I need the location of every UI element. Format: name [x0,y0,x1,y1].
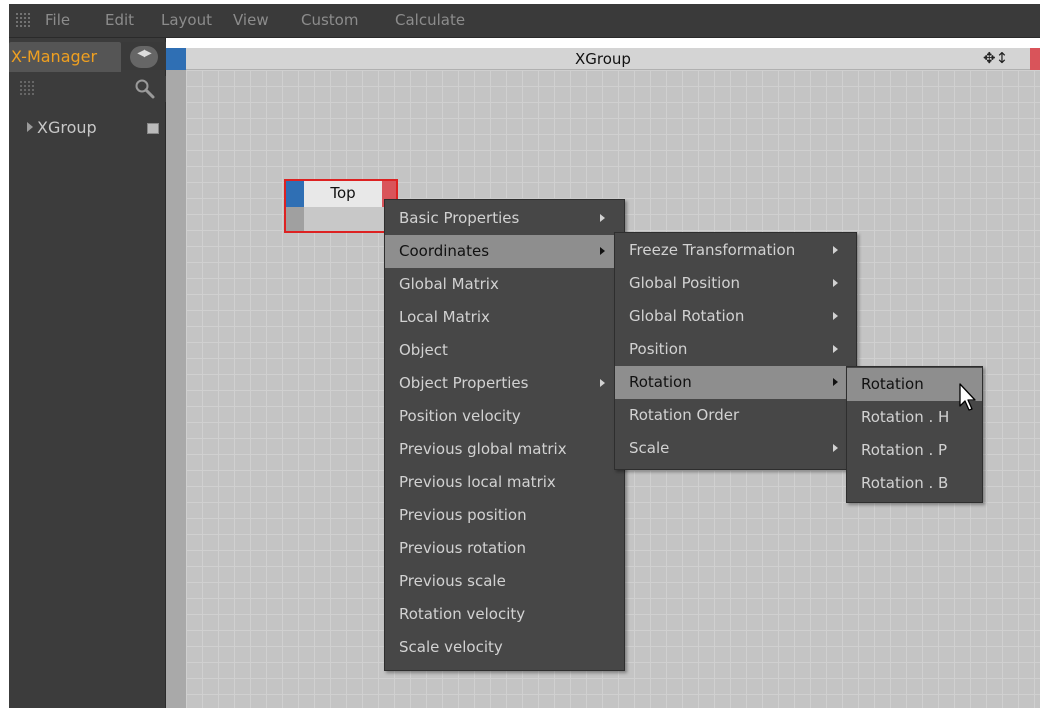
menu-item-label: Rotation [629,373,692,391]
menu-item-label: Rotation . B [861,474,949,492]
menu-item-rotation-b[interactable]: Rotation . B [847,467,982,500]
node-input-port[interactable] [286,181,304,207]
menu-item-global-matrix[interactable]: Global Matrix [385,268,624,301]
menu-item-rotation[interactable]: Rotation [615,366,856,399]
tab-xmanager[interactable]: X-Manager [9,42,121,72]
menu-item-label: Scale velocity [399,638,503,656]
submenu-arrow-icon [600,214,605,222]
menu-item-label: Position [629,340,688,358]
tab-arrows-button[interactable]: ◀▶ [130,46,158,68]
menu-item-position-velocity[interactable]: Position velocity [385,400,624,433]
menu-item-label: Previous scale [399,572,506,590]
menu-item-label: Rotation [861,375,924,393]
editor-input-strip [166,70,186,708]
submenu-arrow-icon [600,379,605,387]
move-icon[interactable]: ✥↕ [983,49,1008,67]
context-menu-level-2: Freeze Transformation Global Position Gl… [614,232,857,470]
submenu-arrow-icon [600,247,605,255]
grip-icon[interactable] [19,80,35,96]
menu-item-basic-properties[interactable]: Basic Properties [385,202,624,235]
tree-item-label: XGroup [37,118,97,137]
menu-item-coordinates[interactable]: Coordinates [385,235,624,268]
menu-item-rotation-order[interactable]: Rotation Order [615,399,856,432]
menu-item-object-properties[interactable]: Object Properties [385,367,624,400]
node-title: Top [330,184,356,202]
menu-item-global-position[interactable]: Global Position [615,267,856,300]
mouse-pointer-icon [959,383,976,411]
menu-item-scale-velocity[interactable]: Scale velocity [385,631,624,664]
menu-file[interactable]: File [45,11,70,29]
submenu-arrow-icon [833,444,838,452]
editor-header: XGroup ✥↕ [166,48,1040,70]
expand-arrow-icon[interactable] [27,122,33,132]
editor-title: XGroup [575,50,631,68]
menu-item-label: Rotation . P [861,441,948,459]
menu-item-rotation-velocity[interactable]: Rotation velocity [385,598,624,631]
menu-item-position[interactable]: Position [615,333,856,366]
menu-item-previous-global-matrix[interactable]: Previous global matrix [385,433,624,466]
menu-item-label: Global Position [629,274,741,292]
menu-item-previous-rotation[interactable]: Previous rotation [385,532,624,565]
menu-item-previous-local-matrix[interactable]: Previous local matrix [385,466,624,499]
menu-item-local-matrix[interactable]: Local Matrix [385,301,624,334]
menu-item-rotation-p[interactable]: Rotation . P [847,434,982,467]
menu-item-label: Position velocity [399,407,521,425]
menu-item-label: Rotation velocity [399,605,526,623]
menu-item-label: Previous position [399,506,527,524]
menu-edit[interactable]: Edit [105,11,134,29]
menu-layout[interactable]: Layout [161,11,212,29]
menu-item-object[interactable]: Object [385,334,624,367]
menu-item-label: Coordinates [399,242,490,260]
application-window: File Edit Layout View Custom Calculate X… [0,0,1042,713]
context-menu-level-1: Basic Properties Coordinates Global Matr… [384,199,625,671]
xmanager-panel: X-Manager ◀▶ XGroup [9,38,166,708]
menu-item-label: Rotation Order [629,406,740,424]
submenu-arrow-icon [833,279,838,287]
menu-item-label: Global Rotation [629,307,745,325]
menu-item-label: Object Properties [399,374,529,392]
grip-icon[interactable] [15,12,31,28]
menu-item-label: Scale [629,439,670,457]
menu-item-freeze-transformation[interactable]: Freeze Transformation [615,234,856,267]
xmanager-toolbar [9,76,166,102]
menu-item-label: Local Matrix [399,308,490,326]
submenu-arrow-icon [833,312,838,320]
menu-item-label: Rotation . H [861,408,950,426]
menu-item-label: Object [399,341,448,359]
menu-view[interactable]: View [233,11,269,29]
menu-bar: File Edit Layout View Custom Calculate [9,4,1040,38]
header-output-port[interactable] [1030,48,1040,70]
node-port-column [286,207,304,231]
menu-item-previous-position[interactable]: Previous position [385,499,624,532]
menu-item-global-rotation[interactable]: Global Rotation [615,300,856,333]
menu-item-label: Previous rotation [399,539,526,557]
node-top[interactable]: Top [284,179,398,233]
submenu-arrow-icon [833,345,838,353]
menu-item-label: Previous local matrix [399,473,556,491]
submenu-arrow-icon [833,378,838,386]
submenu-arrow-icon [833,246,838,254]
menu-item-label: Basic Properties [399,209,520,227]
menu-item-previous-scale[interactable]: Previous scale [385,565,624,598]
menu-item-label: Previous global matrix [399,440,567,458]
menu-calculate[interactable]: Calculate [395,11,465,29]
left-right-arrows-icon: ◀▶ [137,48,151,59]
xgroup-node-icon [147,123,159,134]
search-icon[interactable] [134,78,156,100]
menu-item-scale[interactable]: Scale [615,432,856,465]
menu-custom[interactable]: Custom [301,11,358,29]
menu-item-label: Global Matrix [399,275,499,293]
menu-item-label: Freeze Transformation [629,241,796,259]
